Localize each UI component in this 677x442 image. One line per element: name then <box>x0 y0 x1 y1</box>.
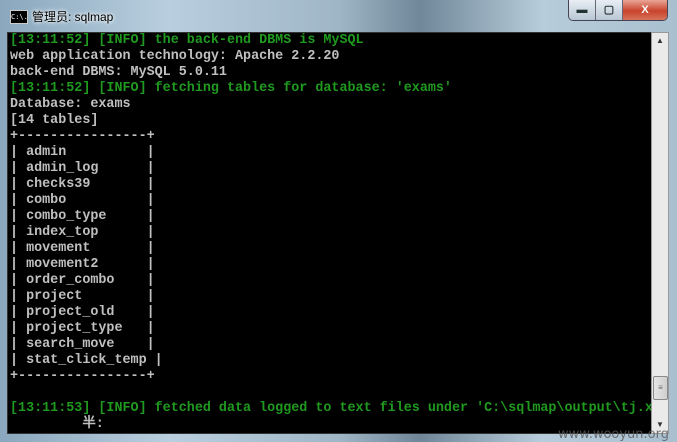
console-line: +----------------+ <box>10 369 155 384</box>
console-output[interactable]: [13:11:52] [INFO] the back-end DBMS is M… <box>7 32 653 434</box>
console-line: | search_move | <box>10 337 155 352</box>
scroll-up-arrow-icon[interactable]: ▲ <box>652 33 668 49</box>
maximize-button[interactable]: ▢ <box>596 0 623 20</box>
title-bar[interactable]: C:\. 管理员: sqlmap ▬ ▢ X <box>0 0 677 32</box>
vertical-scrollbar[interactable]: ▲ ≡ ▼ <box>651 32 669 434</box>
console-line: | combo_type | <box>10 209 155 224</box>
console-line: | movement2 | <box>10 257 155 272</box>
console-line: | order_combo | <box>10 273 155 288</box>
window-title: 管理员: sqlmap <box>32 10 114 24</box>
scroll-thumb[interactable]: ≡ <box>653 375 668 400</box>
console-line: 半: <box>10 417 104 432</box>
console-line: | admin_log | <box>10 161 155 176</box>
console-line: web application technology: Apache 2.2.2… <box>10 49 340 64</box>
console-line: [13:11:53] [INFO] fetched data logged to… <box>10 401 653 416</box>
watermark: www.wooyun.org <box>557 427 669 442</box>
console-line: | combo | <box>10 193 155 208</box>
console-line: | movement | <box>10 241 155 256</box>
console-line: +----------------+ <box>10 129 155 144</box>
console-line: [14 tables] <box>10 113 99 128</box>
console-line: | project_old | <box>10 305 155 320</box>
console-line: Database: exams <box>10 97 131 112</box>
window-controls: ▬ ▢ X <box>568 0 668 21</box>
cmd-icon: C:\. <box>10 10 28 24</box>
console-line: | admin | <box>10 145 155 160</box>
console-line: | checks39 | <box>10 177 155 192</box>
console-line: | stat_click_temp | <box>10 353 163 368</box>
console-line: [13:11:52] [INFO] fetching tables for da… <box>10 81 452 96</box>
minimize-button[interactable]: ▬ <box>569 0 596 20</box>
console-line: back-end DBMS: MySQL 5.0.11 <box>10 65 227 80</box>
close-button[interactable]: X <box>623 0 667 20</box>
console-line: | project_type | <box>10 321 155 336</box>
console-line: | project | <box>10 289 155 304</box>
console-line: | index_top | <box>10 225 155 240</box>
console-line: [13:11:52] [INFO] the back-end DBMS is M… <box>10 33 364 48</box>
